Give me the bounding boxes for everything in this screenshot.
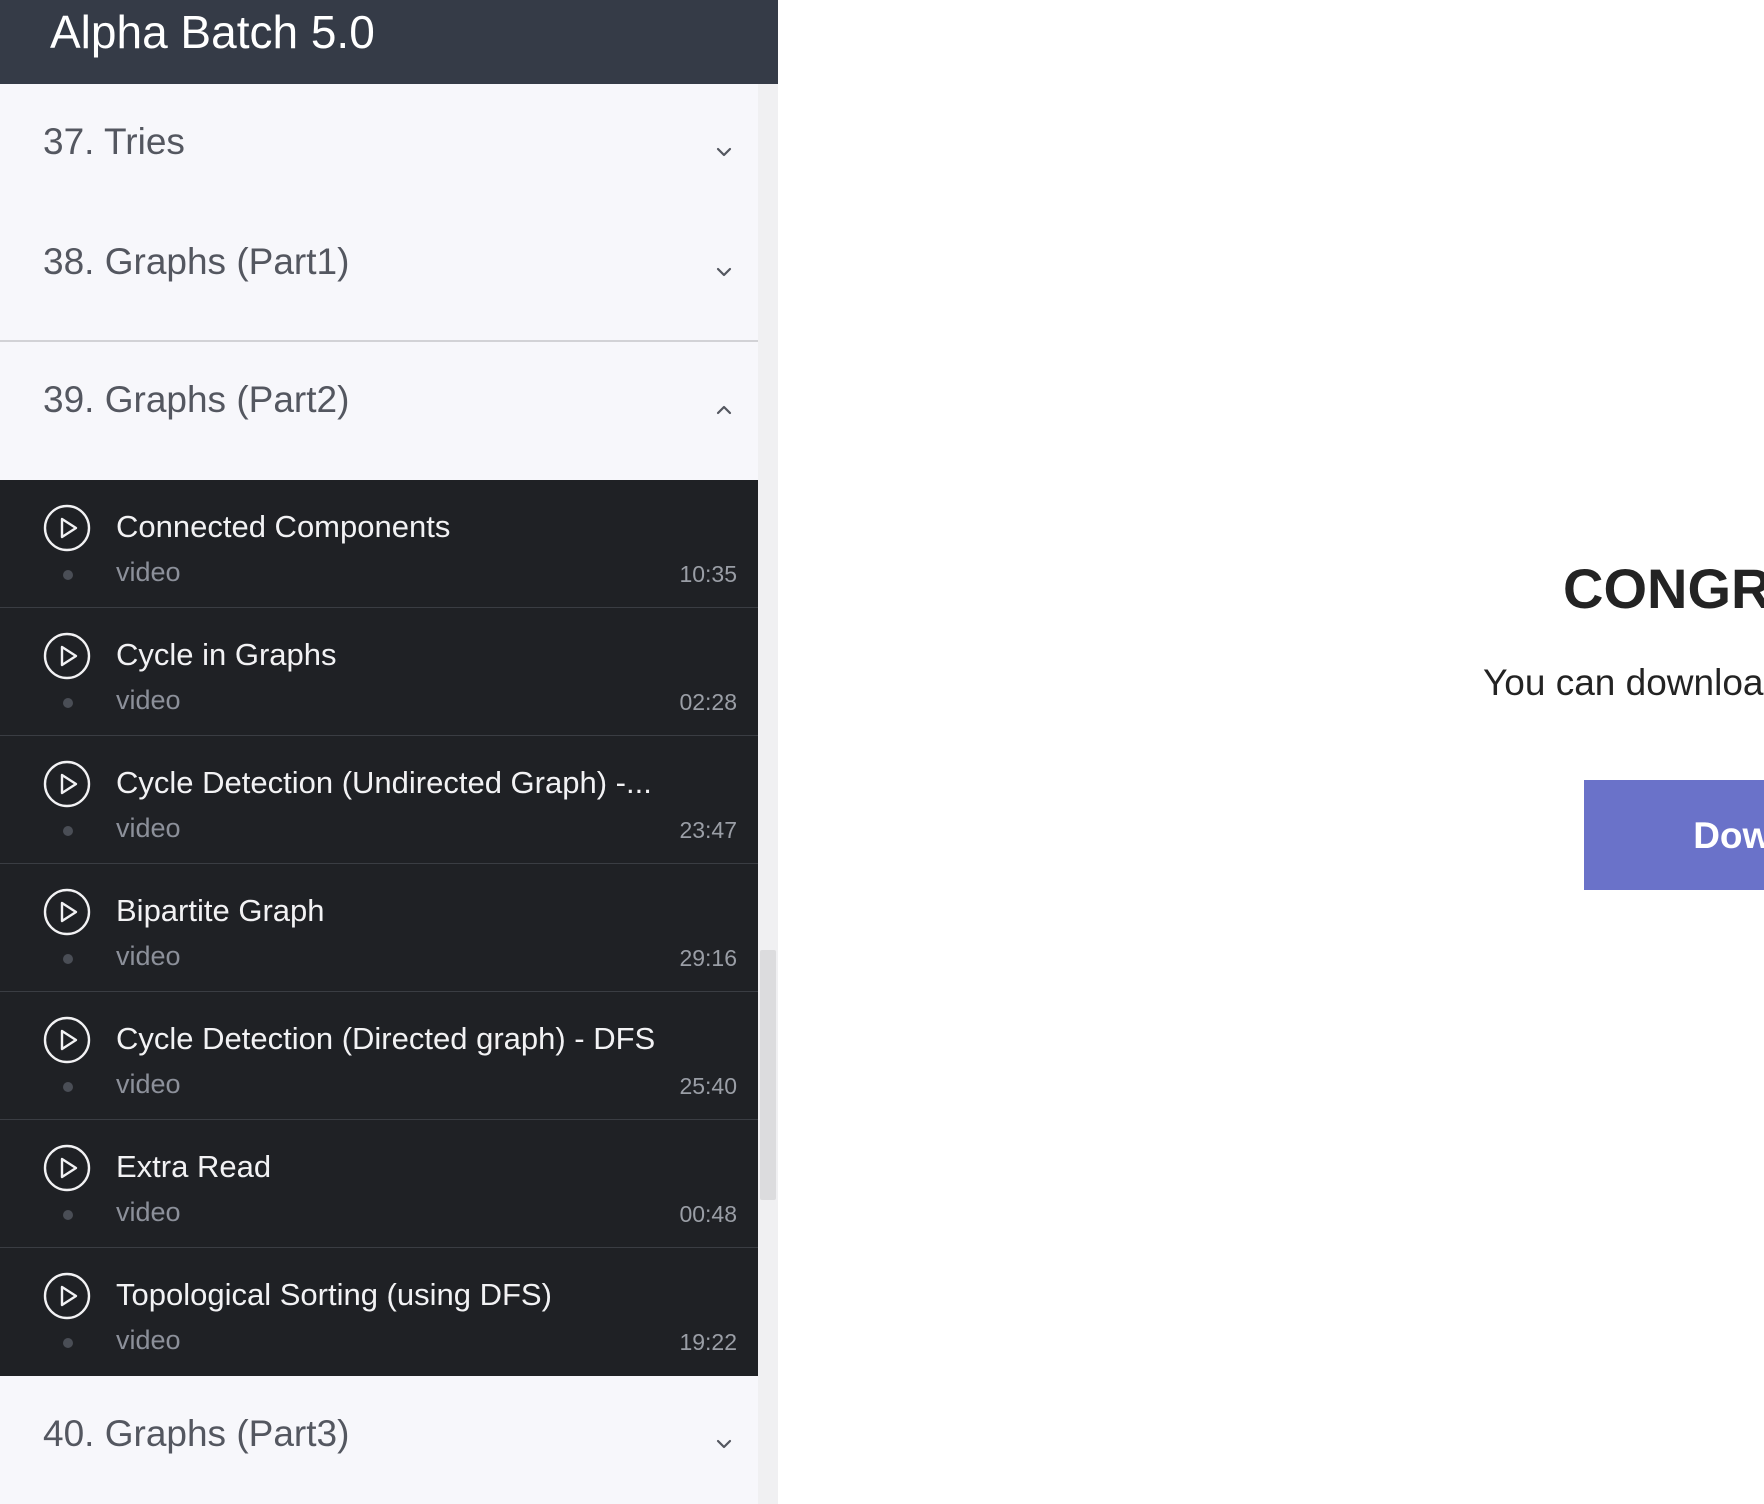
lesson-item[interactable]: Cycle Detection (Undirected Graph) -... … bbox=[0, 736, 758, 864]
congrats-heading: CONGRA bbox=[1563, 557, 1764, 620]
lesson-duration: 29:16 bbox=[679, 945, 737, 971]
lesson-item[interactable]: Cycle Detection (Directed graph) - DFS v… bbox=[0, 992, 758, 1120]
play-circle-icon bbox=[43, 760, 91, 808]
lesson-type: video bbox=[116, 1325, 181, 1355]
section-title: 38. Graphs (Part1) bbox=[43, 241, 350, 282]
lesson-title: Bipartite Graph bbox=[116, 893, 325, 928]
play-circle-icon bbox=[43, 1144, 91, 1192]
status-dot bbox=[63, 698, 73, 708]
lesson-type: video bbox=[116, 941, 181, 971]
lesson-duration: 10:35 bbox=[679, 561, 737, 587]
lesson-type: video bbox=[116, 813, 181, 843]
main-content: CONGRA You can downloa Downlo bbox=[778, 0, 1764, 1504]
scrollbar-thumb[interactable] bbox=[760, 950, 776, 1200]
chevron-down-icon bbox=[716, 267, 732, 277]
play-circle-icon bbox=[43, 1016, 91, 1064]
lesson-type: video bbox=[116, 557, 181, 587]
lesson-duration: 23:47 bbox=[679, 817, 737, 843]
sidebar-header: Alpha Batch 5.0 bbox=[0, 0, 778, 84]
scrollbar-track[interactable] bbox=[758, 84, 778, 1504]
chevron-down-icon bbox=[716, 1439, 732, 1449]
lesson-duration: 00:48 bbox=[679, 1201, 737, 1227]
lesson-duration: 25:40 bbox=[679, 1073, 737, 1099]
status-dot bbox=[63, 1082, 73, 1092]
lesson-item[interactable]: Bipartite Graph video 29:16 bbox=[0, 864, 758, 992]
curriculum-scroll-area[interactable]: 37. Tries 38. Graphs (Part1) 39. Graphs … bbox=[0, 84, 758, 1504]
lesson-title: Cycle in Graphs bbox=[116, 637, 337, 672]
status-dot bbox=[63, 1338, 73, 1348]
lesson-item[interactable]: Extra Read video 00:48 bbox=[0, 1120, 758, 1248]
lesson-item[interactable]: Topological Sorting (using DFS) video 19… bbox=[0, 1248, 758, 1376]
lesson-duration: 19:22 bbox=[679, 1329, 737, 1355]
chevron-up-icon bbox=[716, 405, 732, 415]
status-dot bbox=[63, 570, 73, 580]
section-40-graphs-part3[interactable]: 40. Graphs (Part3) bbox=[0, 1376, 758, 1504]
status-dot bbox=[63, 1210, 73, 1220]
download-button[interactable]: Downlo bbox=[1584, 780, 1764, 890]
section-37-tries[interactable]: 37. Tries bbox=[0, 84, 758, 222]
section-title: 40. Graphs (Part3) bbox=[43, 1413, 350, 1454]
play-circle-icon bbox=[43, 504, 91, 552]
lesson-item[interactable]: Cycle in Graphs video 02:28 bbox=[0, 608, 758, 736]
section-39-graphs-part2[interactable]: 39. Graphs (Part2) bbox=[0, 342, 758, 480]
lesson-title: Cycle Detection (Undirected Graph) -... bbox=[116, 765, 652, 800]
lesson-title: Cycle Detection (Directed graph) - DFS bbox=[116, 1021, 656, 1056]
lesson-type: video bbox=[116, 685, 181, 715]
course-title: Alpha Batch 5.0 bbox=[50, 6, 375, 58]
play-circle-icon bbox=[43, 1272, 91, 1320]
section-title: 39. Graphs (Part2) bbox=[43, 379, 350, 420]
lesson-duration: 02:28 bbox=[679, 689, 737, 715]
lesson-type: video bbox=[116, 1197, 181, 1227]
lesson-title: Connected Components bbox=[116, 509, 451, 544]
chevron-down-icon bbox=[716, 147, 732, 157]
course-sidebar: Alpha Batch 5.0 37. Tries 38. Graphs (Pa… bbox=[0, 0, 778, 1504]
section-title: 37. Tries bbox=[43, 121, 185, 162]
download-message: You can downloa bbox=[1483, 662, 1764, 703]
lesson-list: Connected Components video 10:35 Cycle i… bbox=[0, 480, 758, 1376]
lesson-title: Topological Sorting (using DFS) bbox=[116, 1277, 552, 1312]
lesson-item[interactable]: Connected Components video 10:35 bbox=[0, 480, 758, 608]
play-circle-icon bbox=[43, 632, 91, 680]
lesson-title: Extra Read bbox=[116, 1149, 272, 1184]
play-circle-icon bbox=[43, 888, 91, 936]
status-dot bbox=[63, 826, 73, 836]
section-38-graphs-part1[interactable]: 38. Graphs (Part1) bbox=[0, 204, 758, 342]
status-dot bbox=[63, 954, 73, 964]
lesson-type: video bbox=[116, 1069, 181, 1099]
